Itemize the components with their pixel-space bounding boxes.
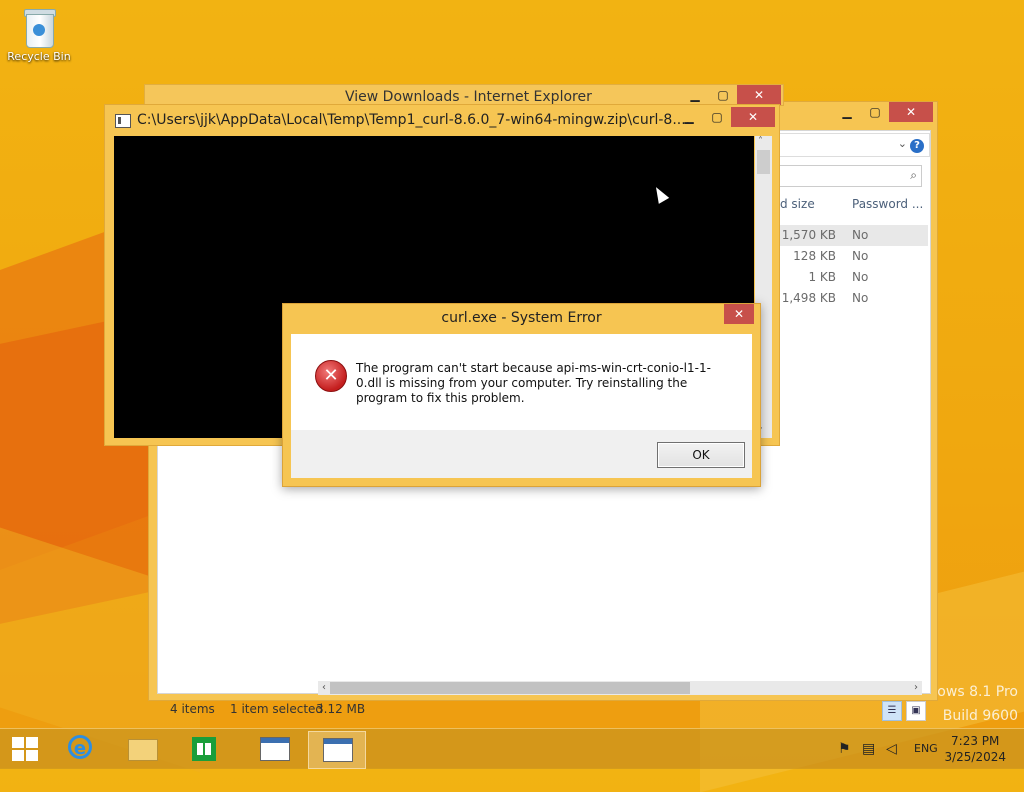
window-icon bbox=[260, 737, 290, 761]
close-button[interactable]: ✕ bbox=[737, 85, 781, 105]
status-selection: 1 item selected bbox=[230, 702, 324, 716]
details-view-icon[interactable]: ☰ bbox=[882, 701, 902, 721]
search-icon[interactable]: ⌕ bbox=[910, 168, 917, 183]
scroll-left-icon[interactable]: ‹ bbox=[318, 681, 330, 695]
table-row[interactable]: 1,498 KB No bbox=[778, 288, 928, 309]
dialog-body: ✕ The program can't start because api-ms… bbox=[291, 334, 752, 430]
address-bar[interactable]: ⌄ bbox=[778, 133, 930, 157]
recycle-bin-icon bbox=[24, 6, 56, 48]
scrollbar-thumb[interactable] bbox=[330, 682, 690, 694]
ie-window-title: View Downloads - Internet Explorer bbox=[345, 89, 592, 105]
password-protected: No bbox=[852, 291, 869, 305]
internet-explorer-window[interactable]: View Downloads - Internet Explorer ▁ ▢ ✕ bbox=[144, 84, 784, 106]
column-header-password[interactable]: Password ... bbox=[852, 197, 923, 211]
minimize-button[interactable]: ▁ bbox=[675, 107, 703, 127]
system-error-dialog[interactable]: curl.exe - System Error ✕ ✕ The program … bbox=[282, 303, 761, 487]
minimize-button[interactable]: ▁ bbox=[681, 85, 709, 105]
explorer-caption-buttons: ▁ ▢ ✕ bbox=[833, 102, 933, 122]
start-button[interactable] bbox=[12, 737, 38, 761]
action-center-flag-icon[interactable]: ⚑ bbox=[838, 741, 851, 757]
clock-time: 7:23 PM bbox=[951, 734, 1000, 748]
recycle-bin-label: Recycle Bin bbox=[7, 50, 71, 63]
os-watermark-build: Build 9600 bbox=[942, 708, 1018, 724]
error-icon: ✕ bbox=[315, 360, 347, 392]
help-icon[interactable]: ? bbox=[910, 139, 924, 153]
system-clock[interactable]: 7:23 PM 3/25/2024 bbox=[944, 733, 1006, 765]
search-input[interactable]: ⌕ bbox=[778, 165, 922, 187]
maximize-button[interactable]: ▢ bbox=[709, 85, 737, 105]
scroll-up-icon[interactable]: ˄ bbox=[758, 136, 763, 147]
close-button[interactable]: ✕ bbox=[731, 107, 775, 127]
clock-date: 3/25/2024 bbox=[944, 750, 1006, 764]
recycle-bin-shortcut[interactable]: Recycle Bin bbox=[6, 6, 72, 63]
taskbar-store[interactable] bbox=[176, 731, 232, 767]
os-watermark-edition: dows 8.1 Pro bbox=[928, 684, 1018, 700]
dialog-title: curl.exe - System Error bbox=[441, 310, 602, 326]
table-row[interactable]: 128 KB No bbox=[778, 246, 928, 267]
input-language[interactable]: ENG bbox=[914, 742, 938, 755]
close-button[interactable]: ✕ bbox=[889, 102, 933, 122]
console-app-icon[interactable] bbox=[115, 114, 131, 128]
file-size: 1,498 KB bbox=[781, 291, 836, 305]
maximize-button[interactable]: ▢ bbox=[861, 102, 889, 122]
status-bar: 4 items 1 item selected 3.12 MB ☰ ▣ bbox=[158, 697, 930, 721]
taskbar-window-1[interactable] bbox=[246, 731, 302, 767]
dialog-close-button[interactable]: ✕ bbox=[724, 304, 754, 324]
taskbar: e ⚑ ▤ ◁ ENG 7:23 PM 3/25/2024 bbox=[0, 728, 1024, 769]
password-protected: No bbox=[852, 270, 869, 284]
minimize-button[interactable]: ▁ bbox=[833, 102, 861, 122]
volume-muted-icon[interactable]: ◁ bbox=[886, 741, 897, 757]
scroll-right-icon[interactable]: › bbox=[910, 681, 922, 695]
status-item-count: 4 items bbox=[170, 702, 215, 716]
ie-caption-buttons: ▁ ▢ ✕ bbox=[681, 85, 781, 105]
taskbar-internet-explorer[interactable]: e bbox=[52, 731, 108, 767]
network-icon[interactable]: ▤ bbox=[862, 741, 875, 757]
horizontal-scrollbar[interactable]: ‹ › bbox=[318, 681, 922, 695]
console-caption-buttons: ▁ ▢ ✕ bbox=[675, 107, 775, 127]
file-size: 1 KB bbox=[808, 270, 836, 284]
console-window-title: C:\Users\jjk\AppData\Local\Temp\Temp1_cu… bbox=[137, 112, 691, 128]
taskbar-window-2[interactable] bbox=[308, 731, 366, 769]
maximize-button[interactable]: ▢ bbox=[703, 107, 731, 127]
password-protected: No bbox=[852, 249, 869, 263]
status-selection-size: 3.12 MB bbox=[316, 702, 366, 716]
taskbar-file-explorer[interactable] bbox=[114, 731, 170, 767]
large-icons-view-icon[interactable]: ▣ bbox=[906, 701, 926, 721]
windows-logo-icon bbox=[12, 737, 24, 748]
chevron-down-icon[interactable]: ⌄ bbox=[898, 137, 907, 150]
store-icon bbox=[192, 737, 216, 761]
internet-explorer-icon: e bbox=[68, 735, 92, 759]
column-header-size[interactable]: d size bbox=[780, 197, 815, 211]
window-icon bbox=[323, 738, 353, 762]
file-size: 128 KB bbox=[793, 249, 836, 263]
table-row[interactable]: 1,570 KB No bbox=[778, 225, 928, 246]
scrollbar-thumb[interactable] bbox=[757, 150, 770, 174]
error-message: The program can't start because api-ms-w… bbox=[356, 361, 711, 405]
ok-button[interactable]: OK bbox=[657, 442, 745, 468]
dialog-footer: OK bbox=[291, 430, 752, 478]
password-protected: No bbox=[852, 228, 869, 242]
file-size: 1,570 KB bbox=[781, 228, 836, 242]
folder-icon bbox=[128, 739, 158, 761]
table-row[interactable]: 1 KB No bbox=[778, 267, 928, 288]
